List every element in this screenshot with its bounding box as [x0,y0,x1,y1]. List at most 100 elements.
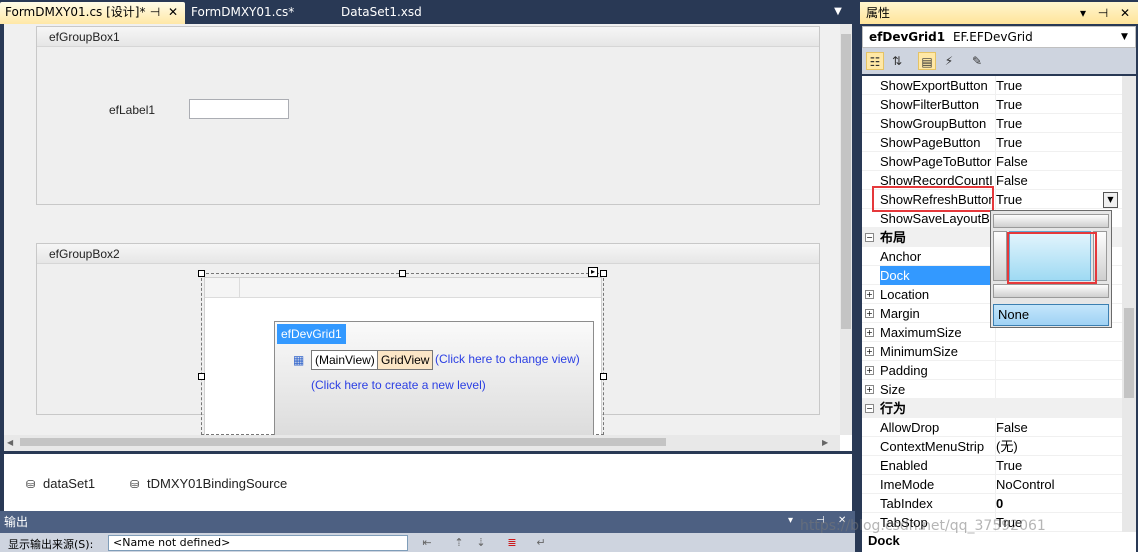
main-view-button[interactable]: (MainView) [311,350,379,370]
watermark-text: https://blog.csdn.net/qq_37592061 [800,518,1046,534]
pin-icon[interactable]: ⊣ [1096,2,1110,24]
property-value[interactable] [995,361,1122,380]
word-wrap-icon[interactable]: ↵ [534,536,548,549]
property-value[interactable]: True [995,95,1122,114]
output-source-select[interactable]: <Name not defined> [108,535,408,551]
scroll-right-icon[interactable]: ▶ [822,438,828,447]
tab-form-code[interactable]: FormDMXY01.cs* [186,2,326,24]
dropdown-icon[interactable]: ▾ [1076,2,1090,24]
property-value[interactable]: True [995,456,1122,475]
expand-icon[interactable]: + [865,385,874,394]
designer-horizontal-scrollbar[interactable]: ◀ ▶ [4,435,840,451]
property-value[interactable]: (无) [995,437,1122,456]
close-icon[interactable]: ✕ [166,2,180,22]
resize-handle[interactable] [198,270,205,277]
expand-icon[interactable]: + [865,328,874,337]
expand-icon[interactable]: + [865,366,874,375]
tray-item-dataset[interactable]: ⛁ dataSet1 [26,476,95,491]
property-row[interactable]: ShowFilterButton True [862,95,1122,114]
property-name: MaximumSize [880,325,962,340]
clear-all-icon[interactable]: ≣ [505,536,519,549]
expand-icon[interactable]: + [865,347,874,356]
property-row[interactable]: ShowExportButton True [862,76,1122,95]
next-message-icon[interactable]: ⇣ [474,536,488,549]
dock-left-option[interactable] [993,231,1007,281]
tab-form-designer[interactable]: FormDMXY01.cs [设计]* ⊣ ✕ [0,2,185,24]
resize-handle[interactable] [600,373,607,380]
property-row[interactable]: + MinimumSize [862,342,1122,361]
expand-icon[interactable]: + [865,290,874,299]
resize-handle[interactable] [600,270,607,277]
property-value[interactable]: False [995,171,1122,190]
resize-handle[interactable] [399,270,406,277]
previous-message-icon[interactable]: ⇡ [452,536,466,549]
properties-title: 属性 [866,6,891,20]
property-row[interactable]: + Size [862,380,1122,399]
property-row[interactable]: ShowPageToButtor False [862,152,1122,171]
property-name: ContextMenuStrip [880,439,985,454]
tray-item-binding-source[interactable]: ⛁ tDMXY01BindingSource [130,476,287,491]
scrollbar-thumb[interactable] [841,34,851,329]
create-level-link[interactable]: (Click here to create a new level) [311,378,486,392]
properties-vertical-scrollbar[interactable] [1122,76,1136,532]
property-row[interactable]: ShowPageButton True [862,133,1122,152]
textbox-1[interactable] [189,99,289,119]
dock-top-option[interactable] [993,214,1109,228]
resize-handle[interactable] [198,373,205,380]
property-row[interactable]: ContextMenuStrip (无) [862,437,1122,456]
events-icon[interactable]: ⚡ [940,52,958,70]
dock-none-option[interactable]: None [993,304,1109,326]
property-value[interactable] [995,380,1122,399]
property-value[interactable]: True [995,76,1122,95]
scrollbar-thumb[interactable] [1124,308,1134,398]
property-pages-icon[interactable]: ✎ [968,52,986,70]
properties-icon[interactable]: ▤ [918,52,936,70]
scroll-left-icon[interactable]: ◀ [7,438,13,447]
property-category[interactable]: − 行为 [862,399,1122,418]
alphabetical-icon[interactable]: ⇅ [888,52,906,70]
property-value[interactable]: NoControl [995,475,1122,494]
tab-list-dropdown-icon[interactable]: ▼ [832,6,844,18]
property-value[interactable]: True [995,114,1122,133]
property-row[interactable]: ImeMode NoControl [862,475,1122,494]
tab-label: FormDMXY01.cs* [191,5,295,19]
categorized-icon[interactable]: ☷ [866,52,884,70]
dropdown-icon[interactable]: ▾ [788,515,793,526]
property-value[interactable]: False [995,418,1122,437]
property-name: Padding [880,363,928,378]
label-1[interactable]: efLabel1 [109,103,155,117]
dock-bottom-option[interactable] [993,284,1109,298]
property-name: Dock [880,266,992,285]
property-row[interactable]: AllowDrop False [862,418,1122,437]
smart-tag-icon[interactable]: ▸ [588,267,598,277]
designer-vertical-scrollbar[interactable] [840,24,852,435]
property-name: MinimumSize [880,344,959,359]
collapse-icon[interactable]: − [865,233,874,242]
property-row[interactable]: TabIndex 0 [862,494,1122,513]
pin-icon[interactable]: ⊣ [148,2,162,22]
design-surface[interactable]: efGroupBox1 efLabel1 efGroupBox2 ▸ efDev… [4,24,840,435]
grid-level-designer: efDevGrid1 ▦ (MainView) GridView (Click … [274,321,594,435]
dock-dropdown-button[interactable]: ▼ [1103,192,1118,208]
property-value[interactable] [995,342,1122,361]
scrollbar-thumb[interactable] [20,438,666,446]
change-view-link[interactable]: (Click here to change view) [435,352,580,366]
output-title: 输出 [0,511,855,533]
grid-view-button[interactable]: GridView [377,350,434,370]
property-value[interactable]: 0 [995,494,1122,513]
tab-dataset-xsd[interactable]: DataSet1.xsd [336,2,464,24]
property-value[interactable]: True [995,133,1122,152]
property-description-title: Dock [862,532,1136,552]
groupbox-1[interactable]: efGroupBox1 efLabel1 [36,26,820,205]
expand-icon[interactable]: + [865,309,874,318]
chevron-down-icon[interactable]: ▼ [1121,27,1128,47]
close-icon[interactable]: ✕ [1118,2,1132,24]
property-value[interactable]: False [995,152,1122,171]
property-row[interactable]: ShowGroupButton True [862,114,1122,133]
go-to-line-icon[interactable]: ⇤ [420,536,434,549]
object-selector[interactable]: efDevGrid1 EF.EFDevGrid ▼ [862,26,1136,48]
properties-title-bar: 属性 ▾ ⊣ ✕ [860,2,1138,24]
property-row[interactable]: + Padding [862,361,1122,380]
collapse-icon[interactable]: − [865,404,874,413]
property-row[interactable]: Enabled True [862,456,1122,475]
